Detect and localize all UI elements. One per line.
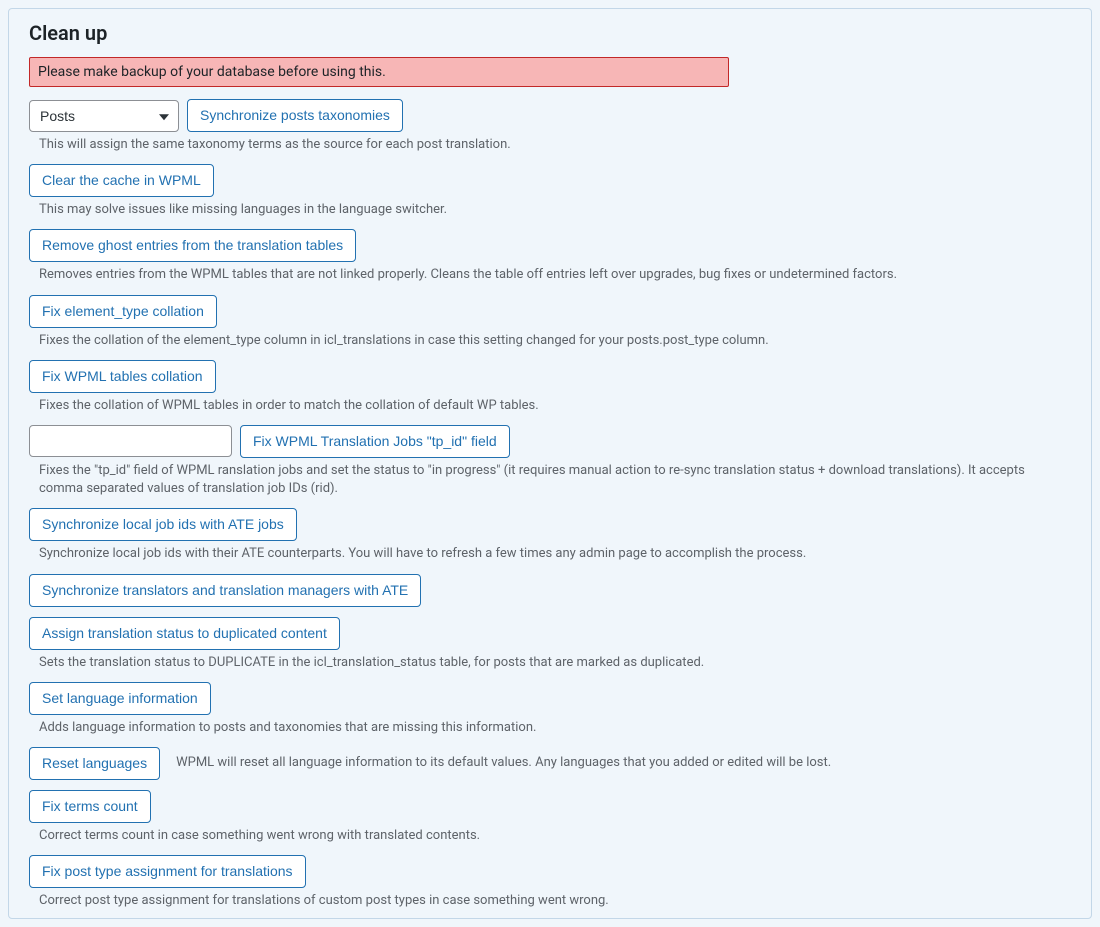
panel-title: Clean up — [29, 21, 1071, 45]
fix-terms-count-description: Correct terms count in case something we… — [29, 827, 1071, 845]
sync-taxonomies-description: This will assign the same taxonomy terms… — [29, 136, 1071, 154]
remove-ghost-description: Removes entries from the WPML tables tha… — [29, 266, 1071, 284]
assign-duplicate-button[interactable]: Assign translation status to duplicated … — [29, 617, 340, 650]
post-type-select[interactable]: Posts — [29, 100, 179, 132]
fix-tp-id-description: Fixes the "tp_id" field of WPML ranslati… — [29, 462, 1071, 498]
fix-post-type-description: Correct post type assignment for transla… — [29, 892, 1071, 910]
reset-languages-button[interactable]: Reset languages — [29, 747, 160, 780]
remove-ghost-button[interactable]: Remove ghost entries from the translatio… — [29, 229, 356, 262]
clear-cache-description: This may solve issues like missing langu… — [29, 201, 1071, 219]
sync-translators-button[interactable]: Synchronize translators and translation … — [29, 574, 421, 607]
set-lang-info-description: Adds language information to posts and t… — [29, 719, 1071, 737]
sync-local-jobs-button[interactable]: Synchronize local job ids with ATE jobs — [29, 508, 297, 541]
tp-id-input[interactable] — [29, 425, 232, 457]
warning-banner: Please make backup of your database befo… — [29, 57, 729, 87]
reset-languages-description: WPML will reset all language information… — [176, 754, 831, 772]
assign-duplicate-description: Sets the translation status to DUPLICATE… — [29, 654, 1071, 672]
fix-terms-count-button[interactable]: Fix terms count — [29, 790, 151, 823]
post-type-select-wrapper: Posts — [29, 100, 179, 132]
fix-tables-collation-description: Fixes the collation of WPML tables in or… — [29, 397, 1071, 415]
sync-local-jobs-description: Synchronize local job ids with their ATE… — [29, 545, 1071, 563]
fix-tp-id-button[interactable]: Fix WPML Translation Jobs "tp_id" field — [240, 425, 510, 458]
fix-element-type-button[interactable]: Fix element_type collation — [29, 295, 217, 328]
fix-post-type-button[interactable]: Fix post type assignment for translation… — [29, 855, 306, 888]
set-lang-info-button[interactable]: Set language information — [29, 682, 211, 715]
sync-taxonomies-button[interactable]: Synchronize posts taxonomies — [187, 99, 403, 132]
cleanup-panel: Clean up Please make backup of your data… — [8, 8, 1092, 919]
fix-tables-collation-button[interactable]: Fix WPML tables collation — [29, 360, 216, 393]
fix-element-type-description: Fixes the collation of the element_type … — [29, 332, 1071, 350]
clear-cache-button[interactable]: Clear the cache in WPML — [29, 164, 214, 197]
